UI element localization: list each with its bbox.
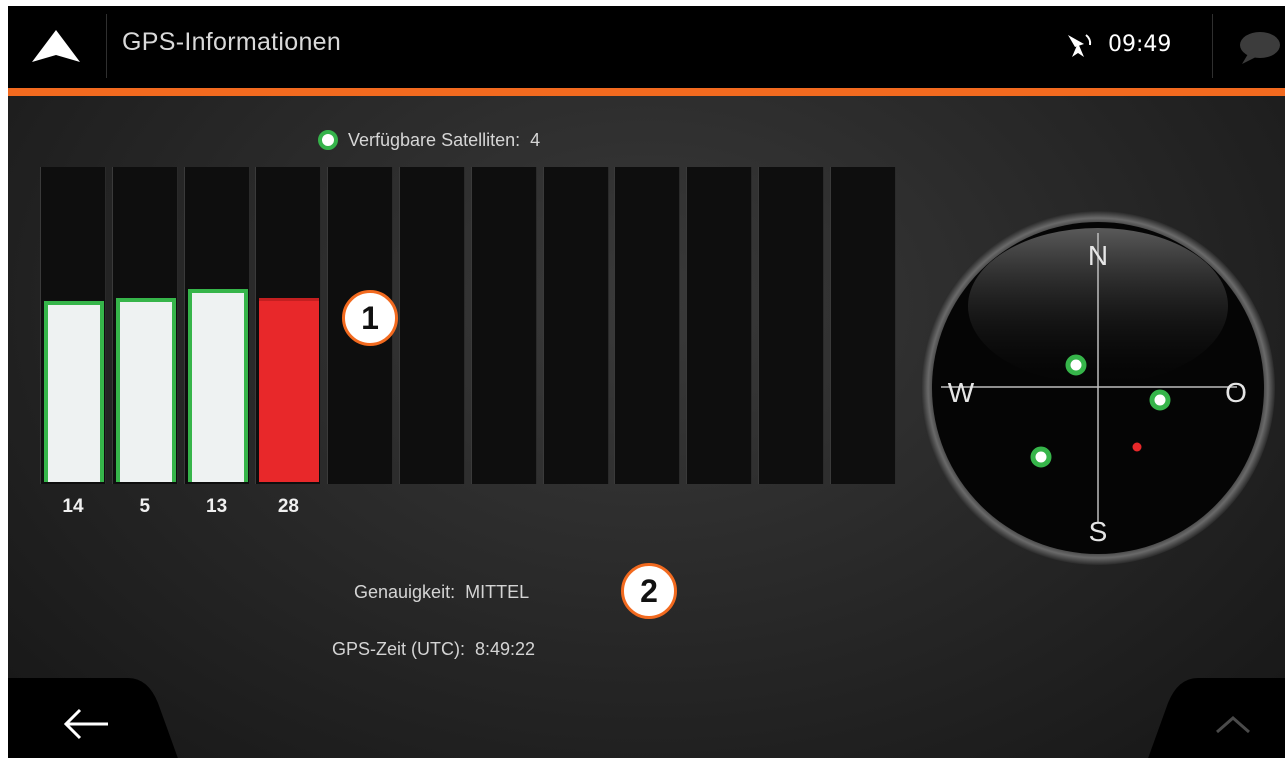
signal-slot — [40, 167, 106, 484]
signal-slot — [470, 167, 537, 484]
header-accent-line — [8, 88, 1285, 96]
signal-bar-label: 28 — [277, 496, 299, 517]
signal-bar-28 — [259, 298, 320, 482]
signal-bar-label: 5 — [139, 496, 151, 517]
signal-slot — [829, 167, 896, 484]
accuracy-label: Genauigkeit: — [354, 582, 456, 602]
header-divider — [1212, 14, 1213, 78]
satellite-position-marker — [1065, 354, 1087, 376]
status-dot-icon — [318, 130, 338, 150]
speech-bubble-icon[interactable] — [1234, 28, 1282, 68]
available-satellites-label: Verfügbare Satelliten: — [348, 130, 521, 150]
bottom-bar — [8, 678, 1285, 758]
sky-view-compass: N S W O — [921, 211, 1275, 565]
gps-time-value: 8:49:22 — [475, 639, 536, 659]
page-title: GPS-Informationen — [122, 28, 342, 56]
signal-bar-label: 13 — [206, 496, 228, 517]
signal-bar-13 — [187, 289, 248, 482]
signal-bar-5 — [115, 298, 176, 482]
compass-north-label: N — [1088, 240, 1108, 271]
callout-marker-1: 1 — [342, 290, 398, 346]
available-satellites-count: 4 — [530, 130, 541, 150]
satellite-icon — [1068, 34, 1092, 57]
available-satellites: Verfügbare Satelliten: 4 — [318, 130, 540, 151]
signal-slot — [399, 167, 465, 484]
compass-south-label: S — [1089, 516, 1108, 547]
signal-bar-label: 14 — [62, 496, 84, 517]
back-arrow-icon[interactable] — [58, 704, 118, 744]
gps-time-row: GPS-Zeit (UTC): 8:49:22 — [332, 639, 535, 660]
signal-bar-14 — [44, 301, 104, 482]
header-divider — [106, 14, 107, 78]
signal-slot — [255, 167, 322, 484]
satellite-signal-chart — [40, 167, 896, 484]
accuracy-row: Genauigkeit: MITTEL — [354, 582, 529, 603]
chevron-up-icon[interactable] — [1213, 712, 1253, 736]
signal-slot — [686, 167, 753, 484]
satellite-position-marker-weak — [1132, 442, 1142, 452]
satellite-position-marker — [1030, 446, 1052, 468]
signal-slot — [614, 167, 681, 484]
gps-info-screen: GPS-Informationen 09:49 Verfügbare Satel… — [8, 6, 1285, 758]
gps-time-label: GPS-Zeit (UTC): — [332, 639, 465, 659]
signal-slot — [542, 167, 609, 484]
signal-slot — [111, 167, 178, 484]
signal-slot — [758, 167, 824, 484]
signal-slot — [183, 167, 250, 484]
callout-marker-2: 2 — [621, 563, 677, 619]
navigation-arrow-icon[interactable] — [30, 26, 82, 66]
clock: 09:49 — [1108, 32, 1172, 57]
header-bar: GPS-Informationen 09:49 — [8, 6, 1285, 88]
compass-east-label: O — [1225, 377, 1247, 408]
accuracy-value: MITTEL — [465, 582, 530, 602]
satellite-position-marker — [1149, 389, 1171, 411]
compass-west-label: W — [948, 377, 975, 408]
